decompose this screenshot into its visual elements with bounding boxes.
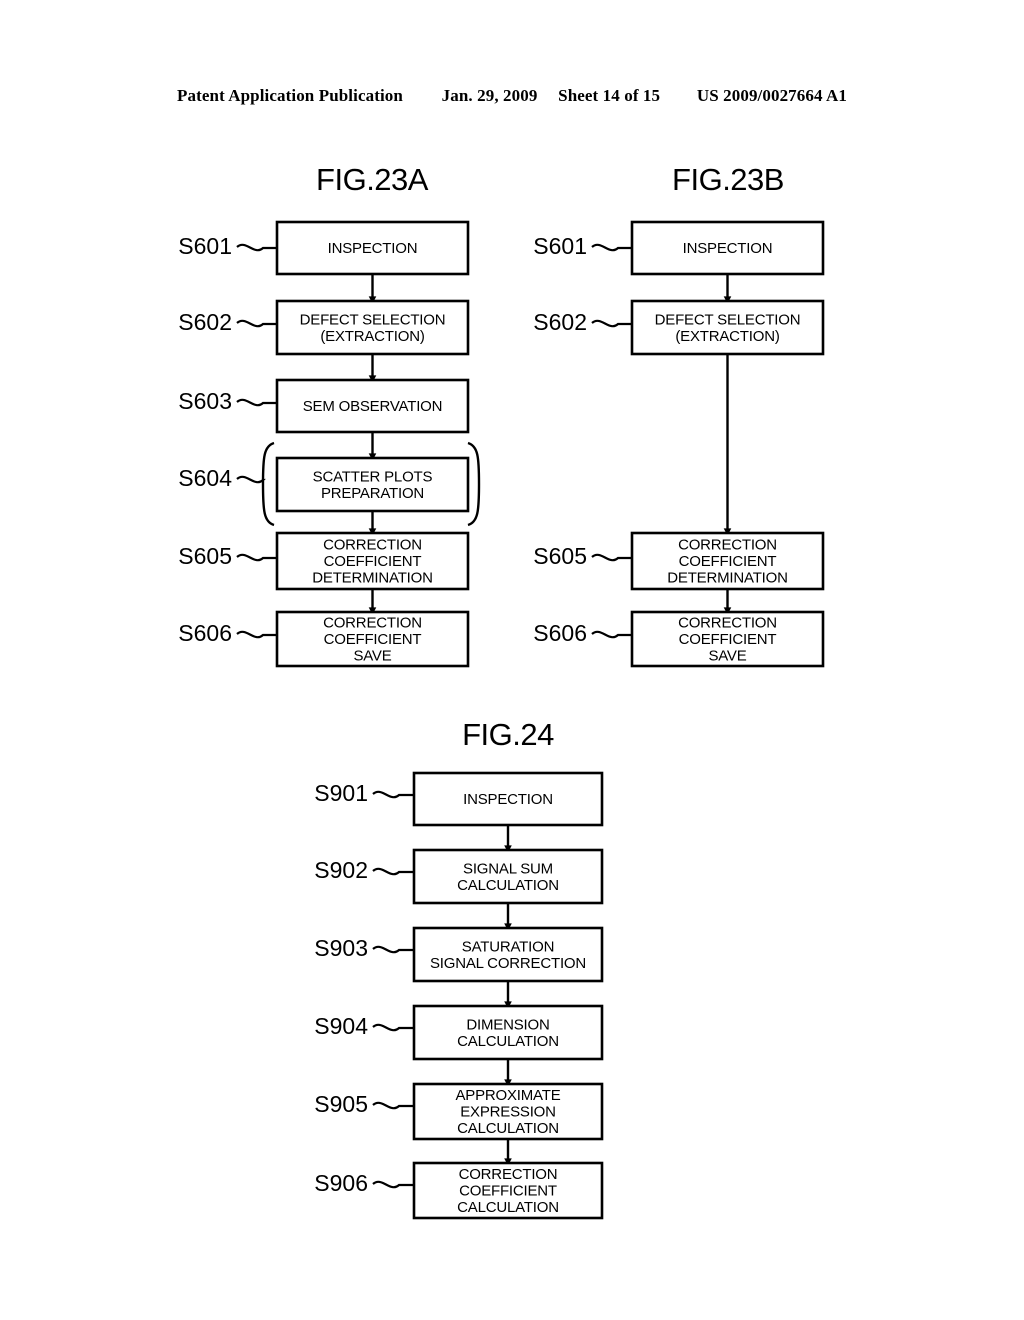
process-box-label: DIMENSION bbox=[466, 1016, 549, 1033]
process-box-label: CORRECTION bbox=[678, 537, 777, 554]
process-box-label: SIGNAL SUM bbox=[463, 860, 553, 877]
process-box-label: CALCULATION bbox=[457, 1033, 559, 1050]
process-box-label: CALCULATION bbox=[457, 877, 559, 894]
reference-leader-line bbox=[591, 243, 632, 252]
process-box-label: (EXTRACTION) bbox=[320, 328, 424, 345]
step-reference-s606: S606 bbox=[533, 620, 587, 646]
process-box-label: SAVE bbox=[708, 648, 746, 665]
reference-leader-line bbox=[236, 553, 277, 562]
process-box-label: DETERMINATION bbox=[312, 570, 432, 587]
step-reference-s604: S604 bbox=[178, 465, 232, 491]
process-box-label: CORRECTION bbox=[323, 615, 422, 632]
reference-leader-line bbox=[372, 790, 414, 799]
step-reference-s606: S606 bbox=[178, 620, 232, 646]
process-box-label: SATURATION bbox=[462, 938, 554, 955]
figure-title: FIG.24 bbox=[462, 717, 554, 752]
process-box-label: CALCULATION bbox=[457, 1120, 559, 1137]
patent-drawing-sheet: Patent Application Publication Jan. 29, … bbox=[0, 0, 1024, 1320]
step-reference-s906: S906 bbox=[314, 1170, 368, 1196]
process-box-label: CORRECTION bbox=[678, 615, 777, 632]
step-reference-s901: S901 bbox=[314, 780, 368, 806]
process-box-label: CALCULATION bbox=[457, 1199, 559, 1216]
process-box-label: APPROXIMATE bbox=[455, 1087, 560, 1104]
process-box-label: INSPECTION bbox=[683, 240, 773, 257]
process-box-label: PREPARATION bbox=[321, 485, 424, 502]
process-box-label: COEFFICIENT bbox=[679, 631, 777, 648]
figure-title: FIG.23A bbox=[316, 162, 429, 197]
figure-fig-23a: FIG.23A INSPECTION S601 DEFECT SELECTION(EX… bbox=[178, 162, 481, 668]
reference-leader-line bbox=[591, 319, 632, 328]
reference-leader-line bbox=[236, 319, 277, 328]
process-box-label: INSPECTION bbox=[328, 240, 418, 257]
step-reference-s902: S902 bbox=[314, 857, 368, 883]
reference-leader-line bbox=[591, 630, 632, 639]
process-box-label: COEFFICIENT bbox=[324, 553, 422, 570]
process-box-label: CORRECTION bbox=[459, 1166, 558, 1183]
reference-leader-line bbox=[372, 867, 414, 876]
process-box-label: COEFFICIENT bbox=[459, 1183, 557, 1200]
process-box-label: CORRECTION bbox=[323, 537, 422, 554]
group-bracket-right bbox=[467, 441, 481, 527]
reference-leader-line bbox=[372, 945, 414, 954]
group-bracket-left bbox=[261, 441, 275, 527]
process-box-label: DEFECT SELECTION bbox=[655, 311, 801, 328]
step-reference-s602: S602 bbox=[533, 309, 587, 335]
step-reference-s601: S601 bbox=[178, 233, 232, 259]
step-reference-s603: S603 bbox=[178, 388, 232, 414]
reference-leader-line bbox=[236, 630, 277, 639]
process-box-label: DETERMINATION bbox=[667, 570, 787, 587]
reference-leader-line bbox=[372, 1023, 414, 1032]
process-box-label: COEFFICIENT bbox=[324, 631, 422, 648]
process-box-label: SIGNAL CORRECTION bbox=[430, 955, 586, 972]
process-box-label: INSPECTION bbox=[463, 791, 553, 808]
process-box-label: SAVE bbox=[353, 648, 391, 665]
step-reference-s903: S903 bbox=[314, 935, 368, 961]
step-reference-s602: S602 bbox=[178, 309, 232, 335]
step-reference-s605: S605 bbox=[533, 543, 587, 569]
step-reference-s605: S605 bbox=[178, 543, 232, 569]
reference-leader-line bbox=[236, 243, 277, 252]
reference-leader-line bbox=[236, 398, 277, 407]
reference-leader-line bbox=[236, 475, 266, 484]
process-box-label: SCATTER PLOTS bbox=[313, 468, 433, 485]
process-box-label: COEFFICIENT bbox=[679, 553, 777, 570]
figure-fig-23b: FIG.23B INSPECTION S601 DEFECT SELECTION(EX… bbox=[533, 162, 825, 668]
process-box-label: (EXTRACTION) bbox=[675, 328, 779, 345]
reference-leader-line bbox=[372, 1101, 414, 1110]
process-box-label: SEM OBSERVATION bbox=[303, 398, 443, 415]
process-box-label: EXPRESSION bbox=[460, 1104, 556, 1121]
reference-leader-line bbox=[591, 553, 632, 562]
step-reference-s904: S904 bbox=[314, 1013, 368, 1039]
reference-leader-line bbox=[372, 1180, 414, 1189]
figure-fig-24: FIG.24INSPECTIONS901SIGNAL SUMCALCULATIO… bbox=[314, 717, 604, 1220]
process-box-label: DEFECT SELECTION bbox=[300, 311, 446, 328]
figure-title: FIG.23B bbox=[672, 162, 784, 197]
figures-canvas: FIG.23AINSPECTIONS601DEFECT SELECTION(EX… bbox=[178, 162, 825, 1220]
step-reference-s905: S905 bbox=[314, 1091, 368, 1117]
step-reference-s601: S601 bbox=[533, 233, 587, 259]
